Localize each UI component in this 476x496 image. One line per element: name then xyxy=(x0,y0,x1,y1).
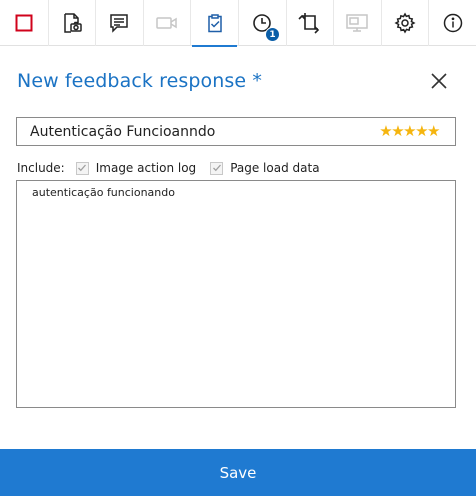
include-row: Include: Image action log Page load data xyxy=(17,161,334,175)
crop-rotate-button[interactable] xyxy=(285,0,334,46)
star-icon[interactable]: ★ xyxy=(403,121,416,141)
history-count-badge: 1 xyxy=(265,27,280,42)
comment-icon xyxy=(108,12,130,34)
star-icon[interactable]: ★ xyxy=(415,121,428,141)
feedback-title-input[interactable] xyxy=(30,124,360,140)
star-icon[interactable]: ★ xyxy=(379,121,392,141)
stop-record-icon xyxy=(15,14,33,32)
page-load-data-label: Page load data xyxy=(230,161,320,175)
page-load-data-checkbox[interactable] xyxy=(210,161,224,175)
video-camera-icon xyxy=(155,14,179,32)
capture-screenshot-button[interactable] xyxy=(47,0,96,46)
star-icon[interactable]: ★ xyxy=(391,121,404,141)
screen-button[interactable] xyxy=(333,0,381,46)
page-load-data-option[interactable]: Page load data xyxy=(210,161,320,175)
include-label: Include: xyxy=(17,161,65,175)
image-action-log-checkbox[interactable] xyxy=(75,161,89,175)
panel-title: New feedback response * xyxy=(17,70,262,92)
image-action-log-label: Image action log xyxy=(95,161,197,175)
star-rating: ★ ★ ★ ★ ★ xyxy=(379,121,440,141)
save-button[interactable]: Save xyxy=(0,449,476,496)
comment-button[interactable] xyxy=(95,0,143,46)
close-button[interactable] xyxy=(428,70,450,92)
close-icon xyxy=(428,73,450,96)
feedback-tab-button[interactable] xyxy=(190,0,238,47)
stop-record-button[interactable] xyxy=(0,0,48,46)
star-icon[interactable]: ★ xyxy=(427,121,440,141)
feedback-clipboard-icon xyxy=(204,12,226,34)
feedback-title-field: ★ ★ ★ ★ ★ xyxy=(16,117,456,146)
settings-gear-icon xyxy=(394,12,416,34)
feedback-body-textarea[interactable]: autenticação funcionando xyxy=(16,180,456,408)
info-icon xyxy=(442,12,464,34)
image-action-log-option[interactable]: Image action log xyxy=(75,161,197,175)
toolbar xyxy=(0,0,476,47)
info-button[interactable] xyxy=(428,0,476,46)
screen-icon xyxy=(345,13,369,33)
video-button[interactable] xyxy=(142,0,191,46)
crop-rotate-icon xyxy=(298,12,322,34)
settings-button[interactable] xyxy=(380,0,429,46)
capture-screenshot-icon xyxy=(61,12,83,34)
